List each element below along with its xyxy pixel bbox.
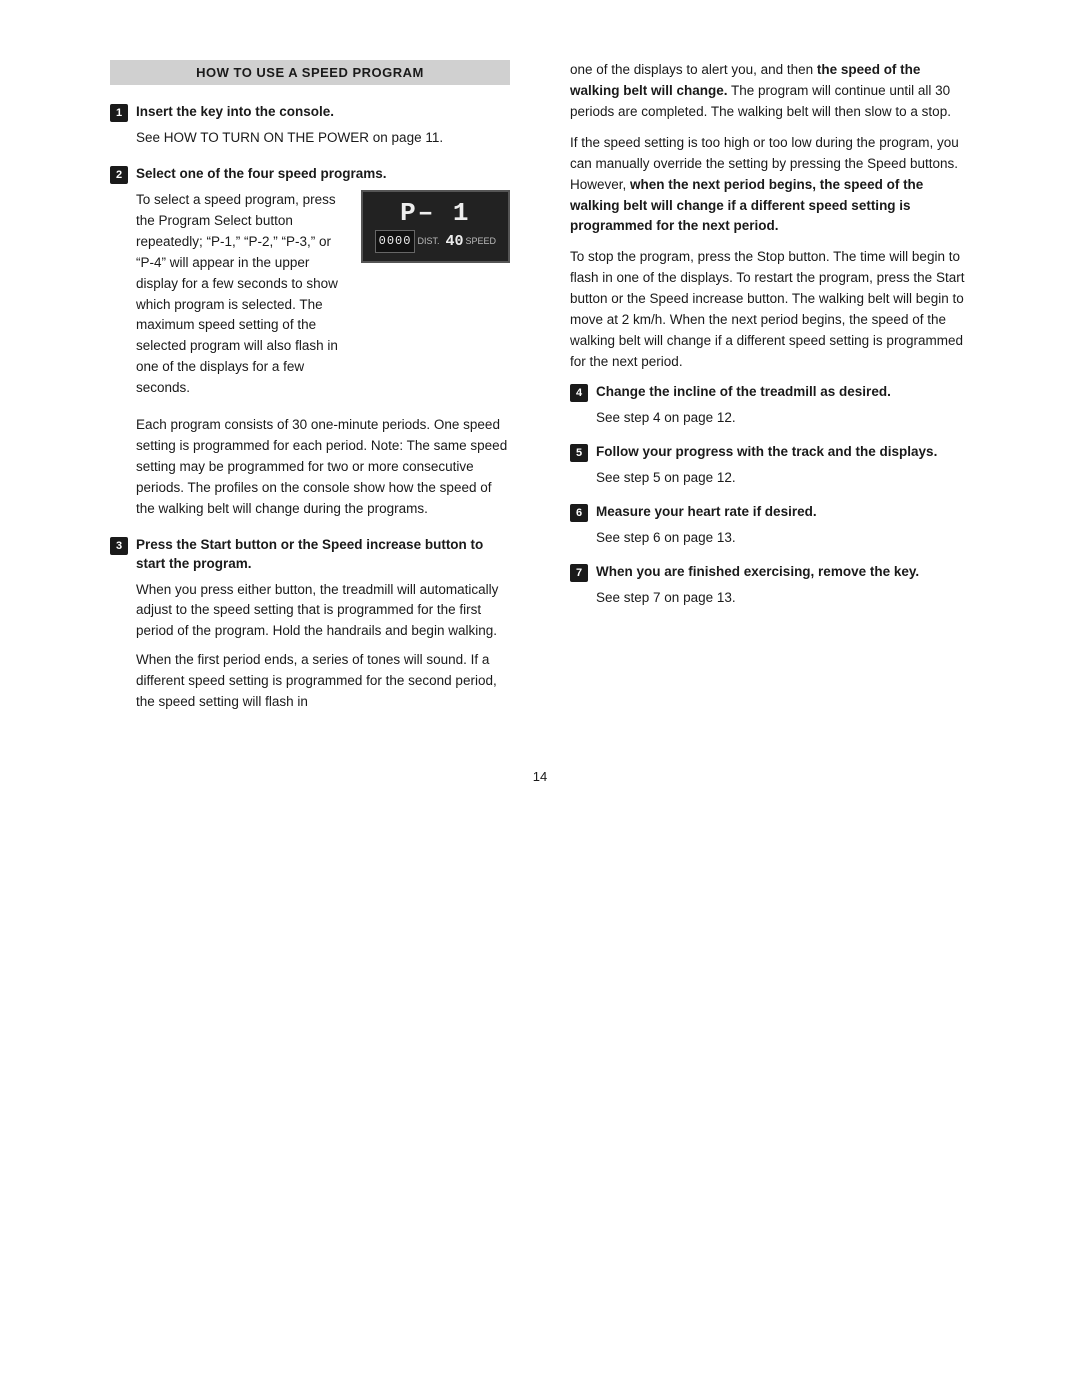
step-5-text: See step 5 on page 12. bbox=[596, 468, 970, 489]
page-number: 14 bbox=[110, 769, 970, 784]
display-dist-area: 0000 DIST. bbox=[375, 230, 440, 253]
display-speed-num: 40 bbox=[445, 230, 463, 253]
step-3-title: Press the Start button or the Speed incr… bbox=[136, 536, 510, 574]
step-1-text: See HOW TO TURN ON THE POWER on page 11. bbox=[136, 128, 510, 149]
step-6-title-row: 6 Measure your heart rate if desired. bbox=[570, 503, 970, 522]
step-1-title-row: 1 Insert the key into the console. bbox=[110, 103, 510, 122]
step-6-block: 6 Measure your heart rate if desired. Se… bbox=[570, 503, 970, 549]
step-6-content: See step 6 on page 13. bbox=[596, 528, 970, 549]
section-title: HOW TO USE A SPEED PROGRAM bbox=[196, 65, 424, 80]
display-speed-label: SPEED bbox=[465, 235, 496, 249]
step-2-number: 2 bbox=[110, 166, 128, 184]
step-4-content: See step 4 on page 12. bbox=[596, 408, 970, 429]
step-2-title: Select one of the four speed programs. bbox=[136, 165, 387, 184]
right-column: one of the displays to alert you, and th… bbox=[560, 60, 970, 729]
step-1-title: Insert the key into the console. bbox=[136, 103, 334, 122]
step-2-text-after: Each program consists of 30 one-minute p… bbox=[136, 415, 510, 520]
step-5-title-row: 5 Follow your progress with the track an… bbox=[570, 443, 970, 462]
step-4-text: See step 4 on page 12. bbox=[596, 408, 970, 429]
step-3-text-p2: When the first period ends, a series of … bbox=[136, 650, 510, 713]
step-7-number: 7 bbox=[570, 564, 588, 582]
step-2-text-before: To select a speed program, press the Pro… bbox=[136, 190, 345, 399]
step-4-title-row: 4 Change the incline of the treadmill as… bbox=[570, 383, 970, 402]
step-3-block: 3 Press the Start button or the Speed in… bbox=[110, 536, 510, 713]
step-7-text: See step 7 on page 13. bbox=[596, 588, 970, 609]
display-dist-label: DIST. bbox=[417, 235, 439, 249]
step-7-block: 7 When you are finished exercising, remo… bbox=[570, 563, 970, 609]
display-top: P– 1 bbox=[400, 200, 470, 226]
step-6-text: See step 6 on page 13. bbox=[596, 528, 970, 549]
step-7-title-row: 7 When you are finished exercising, remo… bbox=[570, 563, 970, 582]
step-6-number: 6 bbox=[570, 504, 588, 522]
step-5-block: 5 Follow your progress with the track an… bbox=[570, 443, 970, 489]
display-dist-digits: 0000 bbox=[375, 230, 416, 253]
step-1-number: 1 bbox=[110, 104, 128, 122]
step-1-content: See HOW TO TURN ON THE POWER on page 11. bbox=[136, 128, 510, 149]
step-2-content: To select a speed program, press the Pro… bbox=[136, 190, 510, 520]
step-5-content: See step 5 on page 12. bbox=[596, 468, 970, 489]
step-2-title-row: 2 Select one of the four speed programs. bbox=[110, 165, 510, 184]
right-intro-p1-text: one of the displays to alert you, and th… bbox=[570, 62, 817, 77]
right-para3: To stop the program, press the Stop butt… bbox=[570, 247, 970, 373]
step-5-title: Follow your progress with the track and … bbox=[596, 443, 937, 462]
console-display: P– 1 0000 DIST. 40 SPEED bbox=[361, 190, 510, 263]
display-bottom-row: 0000 DIST. 40 SPEED bbox=[375, 230, 496, 253]
step-4-number: 4 bbox=[570, 384, 588, 402]
right-intro-p1: one of the displays to alert you, and th… bbox=[570, 60, 970, 123]
left-column: HOW TO USE A SPEED PROGRAM 1 Insert the … bbox=[110, 60, 520, 729]
step-5-number: 5 bbox=[570, 444, 588, 462]
step-7-content: See step 7 on page 13. bbox=[596, 588, 970, 609]
step-3-number: 3 bbox=[110, 537, 128, 555]
display-speed-area: 40 SPEED bbox=[445, 230, 496, 253]
section-header: HOW TO USE A SPEED PROGRAM bbox=[110, 60, 510, 85]
step-7-title: When you are finished exercising, remove… bbox=[596, 563, 919, 582]
step-4-title: Change the incline of the treadmill as d… bbox=[596, 383, 891, 402]
step-2-block: 2 Select one of the four speed programs.… bbox=[110, 165, 510, 520]
step-3-text-p1: When you press either button, the treadm… bbox=[136, 580, 510, 643]
step-4-block: 4 Change the incline of the treadmill as… bbox=[570, 383, 970, 429]
step-3-content: When you press either button, the treadm… bbox=[136, 580, 510, 714]
right-para2: If the speed setting is too high or too … bbox=[570, 133, 970, 238]
step-1-block: 1 Insert the key into the console. See H… bbox=[110, 103, 510, 149]
step-3-title-row: 3 Press the Start button or the Speed in… bbox=[110, 536, 510, 574]
step-6-title: Measure your heart rate if desired. bbox=[596, 503, 817, 522]
